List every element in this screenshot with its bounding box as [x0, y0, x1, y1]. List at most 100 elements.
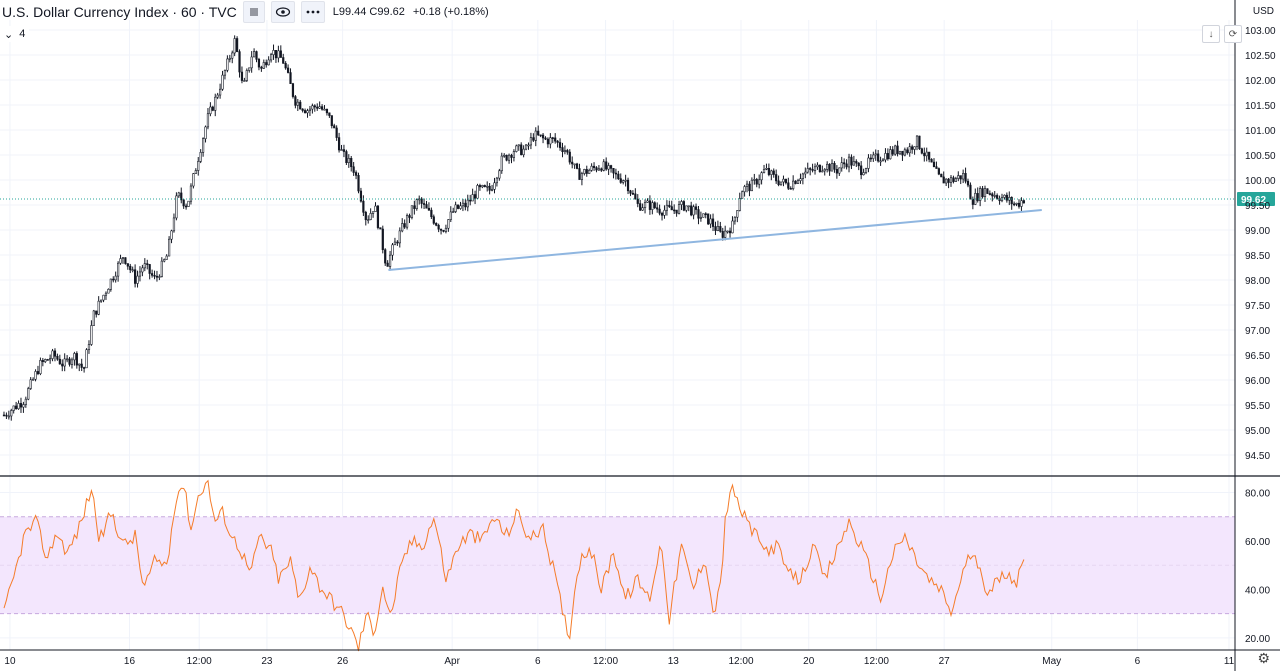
- candle-body: [915, 135, 919, 148]
- settings-gear-icon[interactable]: ⚙: [1257, 650, 1270, 667]
- candle-body: [15, 405, 18, 410]
- candle-body: [165, 255, 168, 260]
- time-axis-tick: 12:00: [864, 656, 889, 667]
- candle-body: [1005, 194, 1008, 201]
- candle-body: [316, 106, 319, 109]
- legend-toggle[interactable]: ⌄ 4: [0, 26, 30, 42]
- collapse-button[interactable]: [242, 1, 265, 23]
- candle-body: [357, 175, 360, 192]
- candle-body: [240, 71, 244, 81]
- rsi-axis-tick: 80.00: [1245, 489, 1270, 500]
- chart-header: U.S. Dollar Currency Index · 60 · TVC L9…: [0, 0, 489, 24]
- candle-body: [102, 294, 105, 301]
- candle-body: [663, 209, 666, 216]
- candle-body: [301, 108, 304, 111]
- candle-body: [971, 198, 974, 205]
- candle-body: [772, 170, 775, 175]
- candle-body: [12, 405, 15, 411]
- candle-body: [333, 125, 336, 129]
- candle-body: [563, 150, 567, 153]
- candle-body: [325, 108, 329, 114]
- candle-body: [75, 353, 78, 366]
- price-axis-tick: 103.00: [1245, 26, 1276, 37]
- candle-body: [100, 299, 103, 302]
- chart-canvas[interactable]: 99.6294.5095.0095.5096.0096.5097.0097.50…: [0, 0, 1280, 671]
- candle-body: [1015, 202, 1018, 205]
- more-button[interactable]: [300, 1, 325, 23]
- candle-body: [578, 168, 581, 180]
- candle-body: [585, 169, 588, 174]
- candle-body: [869, 157, 872, 160]
- candle-body: [682, 201, 685, 211]
- candle-body: [660, 212, 664, 216]
- candle-body: [522, 148, 525, 156]
- candle-body: [988, 193, 991, 195]
- candle-body: [34, 371, 37, 380]
- candle-body: [677, 204, 681, 214]
- candle-body: [850, 156, 853, 166]
- candle-body: [680, 201, 683, 205]
- candle-body: [432, 216, 435, 224]
- candle-body: [592, 165, 596, 168]
- candle-body: [767, 167, 770, 175]
- candle-body: [855, 161, 858, 164]
- reset-chart-button[interactable]: ⟳: [1224, 25, 1242, 43]
- candle-body: [476, 185, 479, 199]
- candle-body: [444, 227, 448, 232]
- candle-body: [920, 148, 923, 154]
- candle-body: [738, 198, 741, 211]
- visibility-button[interactable]: [270, 1, 295, 23]
- candle-body: [558, 142, 562, 148]
- candle-body: [187, 200, 190, 207]
- candle-body: [602, 161, 605, 171]
- candle-body: [420, 198, 423, 204]
- candle-body: [575, 163, 579, 169]
- candle-body: [607, 165, 610, 170]
- candle-body: [296, 101, 299, 106]
- candle-body: [70, 359, 74, 365]
- candle-body: [694, 206, 698, 210]
- scroll-to-realtime-button[interactable]: ↓: [1202, 25, 1220, 43]
- candle-body: [568, 151, 571, 163]
- price-axis-tick: 99.50: [1245, 201, 1270, 212]
- arrow-down-icon: ↓: [1208, 28, 1214, 40]
- candle-body: [964, 173, 967, 182]
- candle-body: [758, 179, 761, 185]
- candle-body: [27, 388, 30, 400]
- candle-body: [996, 195, 999, 199]
- candle-body: [911, 146, 914, 150]
- candle-body: [653, 202, 656, 209]
- candle-body: [527, 144, 530, 147]
- candle-body: [539, 134, 542, 137]
- candle-body: [53, 350, 57, 357]
- candle-body: [801, 173, 804, 180]
- candle-body: [486, 185, 489, 188]
- candle-body: [614, 172, 618, 175]
- candle-body: [114, 275, 117, 281]
- candle-body: [182, 199, 185, 207]
- price-axis-tick: 102.50: [1245, 51, 1276, 62]
- candle-body: [775, 174, 778, 182]
- candle-body: [418, 198, 421, 201]
- candle-body: [454, 204, 457, 212]
- candle-body: [957, 175, 960, 179]
- candle-body: [612, 168, 615, 174]
- candle-body: [541, 134, 545, 139]
- candle-body: [981, 188, 984, 197]
- candle-body: [748, 183, 751, 192]
- candle-body: [903, 149, 906, 156]
- candle-body: [415, 199, 418, 209]
- candle-body: [721, 231, 724, 238]
- candle-body: [833, 163, 836, 170]
- candle-body: [867, 157, 870, 169]
- candle-body: [24, 398, 27, 405]
- candle-body: [168, 238, 171, 257]
- candle-body: [860, 165, 863, 176]
- candle-body: [439, 228, 443, 231]
- candle-body: [279, 50, 282, 58]
- candle-body: [760, 172, 763, 181]
- candle-body: [83, 367, 86, 369]
- candle-body: [673, 209, 676, 212]
- candle-body: [709, 218, 712, 225]
- symbol-title[interactable]: U.S. Dollar Currency Index · 60 · TVC: [0, 4, 237, 20]
